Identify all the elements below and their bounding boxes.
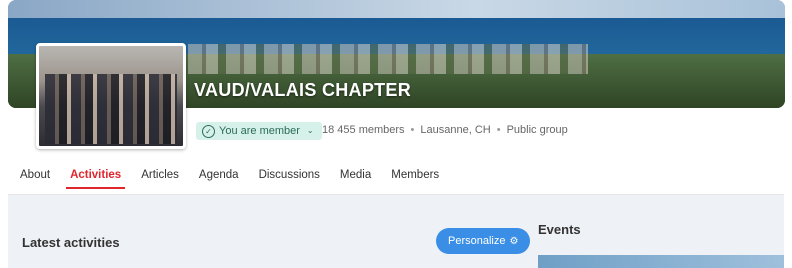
check-circle-icon: ✓: [202, 124, 215, 138]
gear-icon: ⚙: [509, 235, 519, 247]
group-visibility: Public group: [506, 124, 568, 136]
membership-dropdown[interactable]: ✓ You are member ⌄: [196, 122, 322, 140]
group-title: VAUD/VALAIS CHAPTER: [194, 80, 412, 100]
tab-members[interactable]: Members: [381, 165, 449, 191]
membership-label: You are member: [219, 125, 300, 137]
tab-articles[interactable]: Articles: [131, 165, 189, 191]
group-tabs: About Activities Articles Agenda Discuss…: [10, 165, 449, 193]
personalize-button[interactable]: Personalize ⚙: [436, 228, 531, 254]
tab-agenda[interactable]: Agenda: [189, 165, 249, 191]
cover-houses: [188, 44, 588, 74]
tab-about[interactable]: About: [10, 165, 60, 191]
meta-separator: •: [410, 124, 415, 136]
tab-media[interactable]: Media: [330, 165, 381, 191]
members-count: 18 455 members: [322, 124, 405, 136]
latest-activities-heading: Latest activities: [22, 235, 120, 250]
avatar-photo: [45, 74, 177, 144]
group-location: Lausanne, CH: [420, 124, 491, 136]
personalize-label: Personalize: [448, 235, 506, 247]
meta-separator: •: [496, 124, 501, 136]
tab-discussions[interactable]: Discussions: [249, 165, 330, 191]
group-meta: 18 455 members • Lausanne, CH • Public g…: [322, 124, 568, 136]
events-card-image[interactable]: [538, 255, 784, 268]
tab-activities[interactable]: Activities: [60, 165, 131, 191]
events-heading: Events: [538, 222, 581, 237]
cover-sky: [8, 0, 785, 18]
chevron-down-icon: ⌄: [306, 126, 314, 135]
group-avatar[interactable]: [36, 43, 186, 149]
